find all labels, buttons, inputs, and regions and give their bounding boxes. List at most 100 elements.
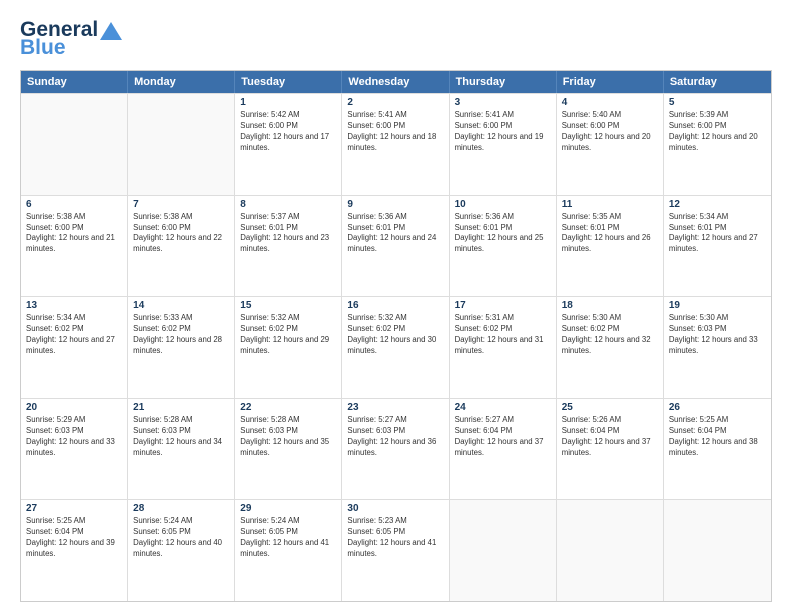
- week-row-3: 13 Sunrise: 5:34 AM Sunset: 6:02 PM Dayli…: [21, 296, 771, 398]
- day-number: 21: [133, 402, 229, 413]
- cal-cell: 26 Sunrise: 5:25 AM Sunset: 6:04 PM Dayli…: [664, 399, 771, 500]
- week-row-4: 20 Sunrise: 5:29 AM Sunset: 6:03 PM Dayli…: [21, 398, 771, 500]
- page: General Blue SundayMondayTuesdayWednesda…: [0, 0, 792, 612]
- cal-cell: [664, 500, 771, 601]
- day-number: 3: [455, 97, 551, 108]
- cal-cell: 23 Sunrise: 5:27 AM Sunset: 6:03 PM Dayli…: [342, 399, 449, 500]
- day-info: Sunrise: 5:39 AM Sunset: 6:00 PM Dayligh…: [669, 110, 766, 154]
- day-header-wednesday: Wednesday: [342, 71, 449, 93]
- header: General Blue: [20, 18, 772, 60]
- day-info: Sunrise: 5:30 AM Sunset: 6:02 PM Dayligh…: [562, 313, 658, 357]
- day-number: 23: [347, 402, 443, 413]
- day-number: 12: [669, 199, 766, 210]
- day-number: 10: [455, 199, 551, 210]
- day-info: Sunrise: 5:41 AM Sunset: 6:00 PM Dayligh…: [455, 110, 551, 154]
- day-header-thursday: Thursday: [450, 71, 557, 93]
- week-row-5: 27Sunrise: 5:25 AM Sunset: 6:04 PM Dayli…: [21, 499, 771, 601]
- day-info: Sunrise: 5:25 AM Sunset: 6:04 PM Dayligh…: [669, 415, 766, 459]
- cal-cell: 30 Sunrise: 5:23 AM Sunset: 6:05 PM Dayli…: [342, 500, 449, 601]
- cal-cell: [450, 500, 557, 601]
- day-info: Sunrise: 5:32 AM Sunset: 6:02 PM Dayligh…: [240, 313, 336, 357]
- day-header-monday: Monday: [128, 71, 235, 93]
- day-number: 17: [455, 300, 551, 311]
- day-header-tuesday: Tuesday: [235, 71, 342, 93]
- week-row-1: 1 Sunrise: 5:42 AM Sunset: 6:00 PM Daylig…: [21, 93, 771, 195]
- day-number: 29: [240, 503, 336, 514]
- day-number: 7: [133, 199, 229, 210]
- cal-cell: 14 Sunrise: 5:33 AM Sunset: 6:02 PM Dayli…: [128, 297, 235, 398]
- day-number: 27: [26, 503, 122, 514]
- day-info: Sunrise: 5:29 AM Sunset: 6:03 PM Dayligh…: [26, 415, 122, 459]
- cal-cell: 2 Sunrise: 5:41 AM Sunset: 6:00 PM Daylig…: [342, 94, 449, 195]
- day-number: 20: [26, 402, 122, 413]
- day-info: Sunrise: 5:24 AM Sunset: 6:05 PM Dayligh…: [240, 516, 336, 560]
- cal-cell: 20 Sunrise: 5:29 AM Sunset: 6:03 PM Dayli…: [21, 399, 128, 500]
- day-info: Sunrise: 5:27 AM Sunset: 6:03 PM Dayligh…: [347, 415, 443, 459]
- day-number: 19: [669, 300, 766, 311]
- cal-cell: 21Sunrise: 5:28 AM Sunset: 6:03 PM Dayli…: [128, 399, 235, 500]
- calendar-body: 1 Sunrise: 5:42 AM Sunset: 6:00 PM Daylig…: [21, 93, 771, 601]
- cal-cell: [128, 94, 235, 195]
- day-number: 2: [347, 97, 443, 108]
- day-number: 15: [240, 300, 336, 311]
- logo-icon: [100, 22, 122, 40]
- cal-cell: 5 Sunrise: 5:39 AM Sunset: 6:00 PM Daylig…: [664, 94, 771, 195]
- day-info: Sunrise: 5:23 AM Sunset: 6:05 PM Dayligh…: [347, 516, 443, 560]
- day-info: Sunrise: 5:40 AM Sunset: 6:00 PM Dayligh…: [562, 110, 658, 154]
- cal-cell: 17 Sunrise: 5:31 AM Sunset: 6:02 PM Dayli…: [450, 297, 557, 398]
- day-number: 1: [240, 97, 336, 108]
- cal-cell: 15 Sunrise: 5:32 AM Sunset: 6:02 PM Dayli…: [235, 297, 342, 398]
- day-info: Sunrise: 5:42 AM Sunset: 6:00 PM Dayligh…: [240, 110, 336, 154]
- cal-cell: 6 Sunrise: 5:38 AM Sunset: 6:00 PM Daylig…: [21, 196, 128, 297]
- week-row-2: 6 Sunrise: 5:38 AM Sunset: 6:00 PM Daylig…: [21, 195, 771, 297]
- cal-cell: [557, 500, 664, 601]
- day-number: 24: [455, 402, 551, 413]
- cal-cell: 25 Sunrise: 5:26 AM Sunset: 6:04 PM Dayli…: [557, 399, 664, 500]
- day-number: 25: [562, 402, 658, 413]
- cal-cell: 27Sunrise: 5:25 AM Sunset: 6:04 PM Dayli…: [21, 500, 128, 601]
- cal-cell: 29 Sunrise: 5:24 AM Sunset: 6:05 PM Dayli…: [235, 500, 342, 601]
- calendar-header: SundayMondayTuesdayWednesdayThursdayFrid…: [21, 71, 771, 93]
- day-info: Sunrise: 5:34 AM Sunset: 6:02 PM Dayligh…: [26, 313, 122, 357]
- cal-cell: 18 Sunrise: 5:30 AM Sunset: 6:02 PM Dayli…: [557, 297, 664, 398]
- logo: General Blue: [20, 18, 122, 60]
- cal-cell: 4 Sunrise: 5:40 AM Sunset: 6:00 PM Daylig…: [557, 94, 664, 195]
- day-info: Sunrise: 5:33 AM Sunset: 6:02 PM Dayligh…: [133, 313, 229, 357]
- day-number: 13: [26, 300, 122, 311]
- day-number: 22: [240, 402, 336, 413]
- day-info: Sunrise: 5:41 AM Sunset: 6:00 PM Dayligh…: [347, 110, 443, 154]
- day-number: 26: [669, 402, 766, 413]
- day-number: 4: [562, 97, 658, 108]
- cal-cell: 28Sunrise: 5:24 AM Sunset: 6:05 PM Dayli…: [128, 500, 235, 601]
- cal-cell: 7Sunrise: 5:38 AM Sunset: 6:00 PM Daylig…: [128, 196, 235, 297]
- day-info: Sunrise: 5:30 AM Sunset: 6:03 PM Dayligh…: [669, 313, 766, 357]
- calendar: SundayMondayTuesdayWednesdayThursdayFrid…: [20, 70, 772, 602]
- day-number: 28: [133, 503, 229, 514]
- day-number: 14: [133, 300, 229, 311]
- day-info: Sunrise: 5:36 AM Sunset: 6:01 PM Dayligh…: [347, 212, 443, 256]
- cal-cell: 1 Sunrise: 5:42 AM Sunset: 6:00 PM Daylig…: [235, 94, 342, 195]
- day-number: 16: [347, 300, 443, 311]
- day-number: 6: [26, 199, 122, 210]
- day-info: Sunrise: 5:38 AM Sunset: 6:00 PM Dayligh…: [26, 212, 122, 256]
- cal-cell: 12Sunrise: 5:34 AM Sunset: 6:01 PM Dayli…: [664, 196, 771, 297]
- day-info: Sunrise: 5:31 AM Sunset: 6:02 PM Dayligh…: [455, 313, 551, 357]
- day-number: 8: [240, 199, 336, 210]
- cal-cell: 16 Sunrise: 5:32 AM Sunset: 6:02 PM Dayli…: [342, 297, 449, 398]
- day-info: Sunrise: 5:32 AM Sunset: 6:02 PM Dayligh…: [347, 313, 443, 357]
- cal-cell: [21, 94, 128, 195]
- day-header-sunday: Sunday: [21, 71, 128, 93]
- day-info: Sunrise: 5:36 AM Sunset: 6:01 PM Dayligh…: [455, 212, 551, 256]
- cal-cell: 9Sunrise: 5:36 AM Sunset: 6:01 PM Daylig…: [342, 196, 449, 297]
- day-info: Sunrise: 5:26 AM Sunset: 6:04 PM Dayligh…: [562, 415, 658, 459]
- cal-cell: 10 Sunrise: 5:36 AM Sunset: 6:01 PM Dayli…: [450, 196, 557, 297]
- day-number: 5: [669, 97, 766, 108]
- day-number: 30: [347, 503, 443, 514]
- day-number: 18: [562, 300, 658, 311]
- cal-cell: 3 Sunrise: 5:41 AM Sunset: 6:00 PM Daylig…: [450, 94, 557, 195]
- day-info: Sunrise: 5:37 AM Sunset: 6:01 PM Dayligh…: [240, 212, 336, 256]
- cal-cell: 19 Sunrise: 5:30 AM Sunset: 6:03 PM Dayli…: [664, 297, 771, 398]
- cal-cell: 11Sunrise: 5:35 AM Sunset: 6:01 PM Dayli…: [557, 196, 664, 297]
- day-info: Sunrise: 5:27 AM Sunset: 6:04 PM Dayligh…: [455, 415, 551, 459]
- day-info: Sunrise: 5:35 AM Sunset: 6:01 PM Dayligh…: [562, 212, 658, 256]
